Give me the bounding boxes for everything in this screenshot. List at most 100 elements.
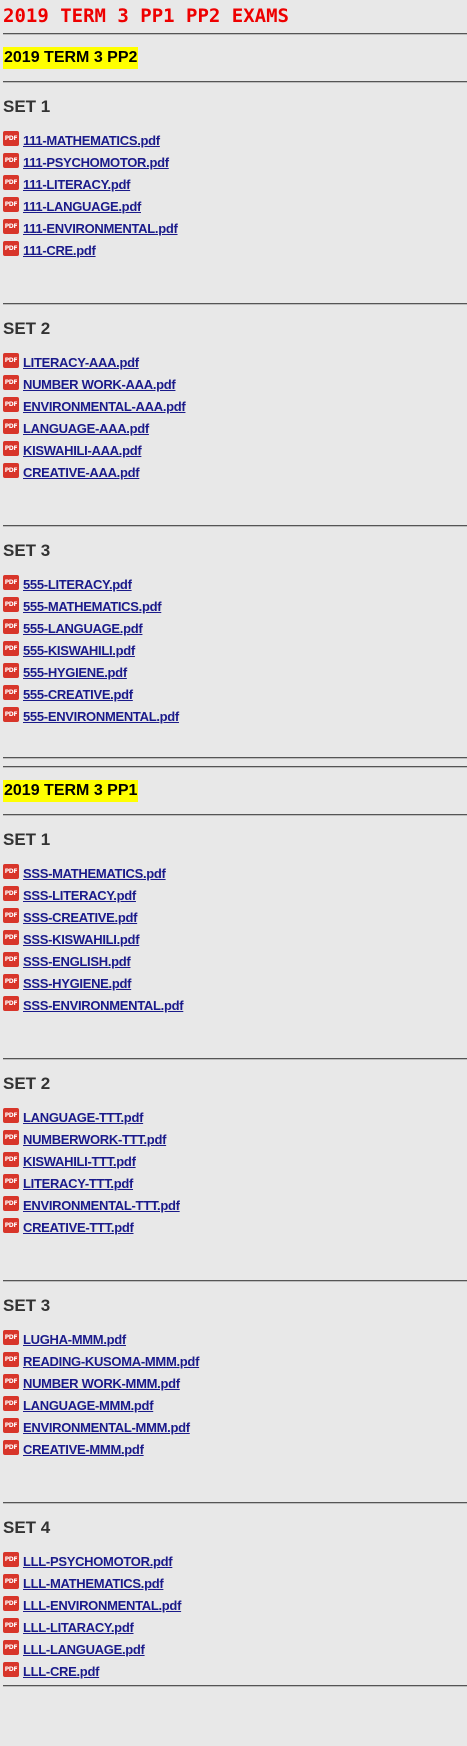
pdf-download-link[interactable]: KISWAHILI-AAA.pdf [23, 444, 142, 458]
pdf-download-link[interactable]: LANGUAGE-MMM.pdf [23, 1399, 154, 1413]
pdf-icon: PDF [3, 1152, 19, 1167]
file-item: PDF LITERACY-AAA.pdf [3, 353, 467, 375]
pdf-download-link[interactable]: 555-HYGIENE.pdf [23, 666, 127, 680]
file-item: PDF 111-MATHEMATICS.pdf [3, 131, 467, 153]
pdf-download-link[interactable]: LANGUAGE-TTT.pdf [23, 1111, 143, 1125]
pdf-download-link[interactable]: LLL-ENVIRONMENTAL.pdf [23, 1599, 181, 1613]
pdf-download-link[interactable]: SSS-HYGIENE.pdf [23, 977, 131, 991]
pdf-download-link[interactable]: LLL-LANGUAGE.pdf [23, 1643, 145, 1657]
pdf-download-link[interactable]: SSS-CREATIVE.pdf [23, 911, 137, 925]
pdf-icon: PDF [3, 1174, 19, 1189]
pdf-download-link[interactable]: 111-PSYCHOMOTOR.pdf [23, 156, 169, 170]
pdf-download-link[interactable]: ENVIRONMENTAL-TTT.pdf [23, 1199, 180, 1213]
file-item: PDF 111-LITERACY.pdf [3, 175, 467, 197]
pdf-download-link[interactable]: SSS-LITERACY.pdf [23, 889, 136, 903]
pdf-download-link[interactable]: KISWAHILI-TTT.pdf [23, 1155, 136, 1169]
file-item: PDF 111-PSYCHOMOTOR.pdf [3, 153, 467, 175]
pdf-icon: PDF [3, 463, 19, 478]
file-list: PDF LUGHA-MMM.pdf PDF READING-KUSOMA-MMM.pd… [3, 1330, 467, 1462]
pdf-icon: PDF [3, 685, 19, 700]
file-item: PDF ENVIRONMENTAL-MMM.pdf [3, 1418, 467, 1440]
pdf-icon: PDF [3, 1640, 19, 1655]
pdf-download-link[interactable]: SSS-ENGLISH.pdf [23, 955, 131, 969]
pdf-download-link[interactable]: LLL-PSYCHOMOTOR.pdf [23, 1555, 173, 1569]
pdf-download-link[interactable]: SSS-KISWAHILI.pdf [23, 933, 140, 947]
file-item: PDF 555-ENVIRONMENTAL.pdf [3, 707, 467, 729]
pdf-download-link[interactable]: 555-LITERACY.pdf [23, 578, 132, 592]
pdf-download-link[interactable]: 111-ENVIRONMENTAL.pdf [23, 222, 178, 236]
file-item: PDF LLL-PSYCHOMOTOR.pdf [3, 1552, 467, 1574]
pdf-download-link[interactable]: 111-MATHEMATICS.pdf [23, 134, 160, 148]
file-item: PDF KISWAHILI-TTT.pdf [3, 1152, 467, 1174]
set-title: SET 3 [3, 541, 51, 560]
pdf-icon: PDF [3, 1618, 19, 1633]
file-item: PDF NUMBER WORK-MMM.pdf [3, 1374, 467, 1396]
pdf-icon: PDF [3, 1130, 19, 1145]
file-item: PDF LLL-MATHEMATICS.pdf [3, 1574, 467, 1596]
set-title: SET 3 [3, 1296, 51, 1315]
pdf-download-link[interactable]: 111-LITERACY.pdf [23, 178, 130, 192]
file-item: PDF LITERACY-TTT.pdf [3, 1174, 467, 1196]
pdf-download-link[interactable]: ENVIRONMENTAL-AAA.pdf [23, 400, 186, 414]
file-item: PDF LLL-CRE.pdf [3, 1662, 467, 1684]
set-title: SET 2 [3, 1074, 51, 1093]
file-list: PDF LANGUAGE-TTT.pdf PDF NUMBERWORK-TTT.pdf… [3, 1108, 467, 1240]
pdf-icon: PDF [3, 864, 19, 879]
pdf-icon: PDF [3, 707, 19, 722]
pdf-download-link[interactable]: NUMBERWORK-TTT.pdf [23, 1133, 166, 1147]
pdf-download-link[interactable]: LLL-MATHEMATICS.pdf [23, 1577, 164, 1591]
pdf-download-link[interactable]: LITERACY-AAA.pdf [23, 356, 139, 370]
file-item: PDF SSS-CREATIVE.pdf [3, 908, 467, 930]
file-item: PDF 111-LANGUAGE.pdf [3, 197, 467, 219]
file-item: PDF SSS-MATHEMATICS.pdf [3, 864, 467, 886]
pdf-icon: PDF [3, 1574, 19, 1589]
pdf-icon: PDF [3, 1108, 19, 1123]
pdf-icon: PDF [3, 419, 19, 434]
pdf-download-link[interactable]: LLL-LITARACY.pdf [23, 1621, 134, 1635]
file-item: PDF NUMBERWORK-TTT.pdf [3, 1130, 467, 1152]
pdf-download-link[interactable]: 555-ENVIRONMENTAL.pdf [23, 710, 179, 724]
pdf-icon: PDF [3, 930, 19, 945]
pdf-download-link[interactable]: LUGHA-MMM.pdf [23, 1333, 126, 1347]
pdf-download-link[interactable]: LITERACY-TTT.pdf [23, 1177, 133, 1191]
pdf-icon: PDF [3, 1352, 19, 1367]
file-list: PDF 111-MATHEMATICS.pdf PDF 111-PSYCHOMOTOR… [3, 131, 467, 263]
pdf-download-link[interactable]: 555-MATHEMATICS.pdf [23, 600, 162, 614]
pdf-download-link[interactable]: 555-LANGUAGE.pdf [23, 622, 143, 636]
page-end-divider [3, 1685, 467, 1687]
file-item: PDF 555-KISWAHILI.pdf [3, 641, 467, 663]
pdf-icon: PDF [3, 1218, 19, 1233]
pdf-download-link[interactable]: SSS-ENVIRONMENTAL.pdf [23, 999, 184, 1013]
pdf-download-link[interactable]: 111-LANGUAGE.pdf [23, 200, 141, 214]
file-item: PDF LLL-ENVIRONMENTAL.pdf [3, 1596, 467, 1618]
pdf-download-link[interactable]: READING-KUSOMA-MMM.pdf [23, 1355, 199, 1369]
pdf-download-link[interactable]: CREATIVE-AAA.pdf [23, 466, 140, 480]
pdf-icon: PDF [3, 952, 19, 967]
file-item: PDF 555-CREATIVE.pdf [3, 685, 467, 707]
pdf-download-link[interactable]: NUMBER WORK-AAA.pdf [23, 378, 176, 392]
pdf-download-link[interactable]: 111-CRE.pdf [23, 244, 96, 258]
pdf-download-link[interactable]: SSS-MATHEMATICS.pdf [23, 867, 166, 881]
file-item: PDF LLL-LANGUAGE.pdf [3, 1640, 467, 1662]
pdf-icon: PDF [3, 1662, 19, 1677]
file-item: PDF 111-ENVIRONMENTAL.pdf [3, 219, 467, 241]
pdf-download-link[interactable]: CREATIVE-TTT.pdf [23, 1221, 134, 1235]
pdf-download-link[interactable]: 555-KISWAHILI.pdf [23, 644, 135, 658]
pdf-icon: PDF [3, 1330, 19, 1345]
pdf-download-link[interactable]: CREATIVE-MMM.pdf [23, 1443, 144, 1457]
pdf-icon: PDF [3, 131, 19, 146]
section-divider [3, 757, 467, 759]
pdf-download-link[interactable]: NUMBER WORK-MMM.pdf [23, 1377, 180, 1391]
pdf-download-link[interactable]: ENVIRONMENTAL-MMM.pdf [23, 1421, 190, 1435]
pdf-download-link[interactable]: LANGUAGE-AAA.pdf [23, 422, 149, 436]
pdf-icon: PDF [3, 996, 19, 1011]
pdf-download-link[interactable]: LLL-CRE.pdf [23, 1665, 99, 1679]
section-heading: 2019 TERM 3 PP2 [3, 47, 139, 69]
pdf-download-link[interactable]: 555-CREATIVE.pdf [23, 688, 133, 702]
